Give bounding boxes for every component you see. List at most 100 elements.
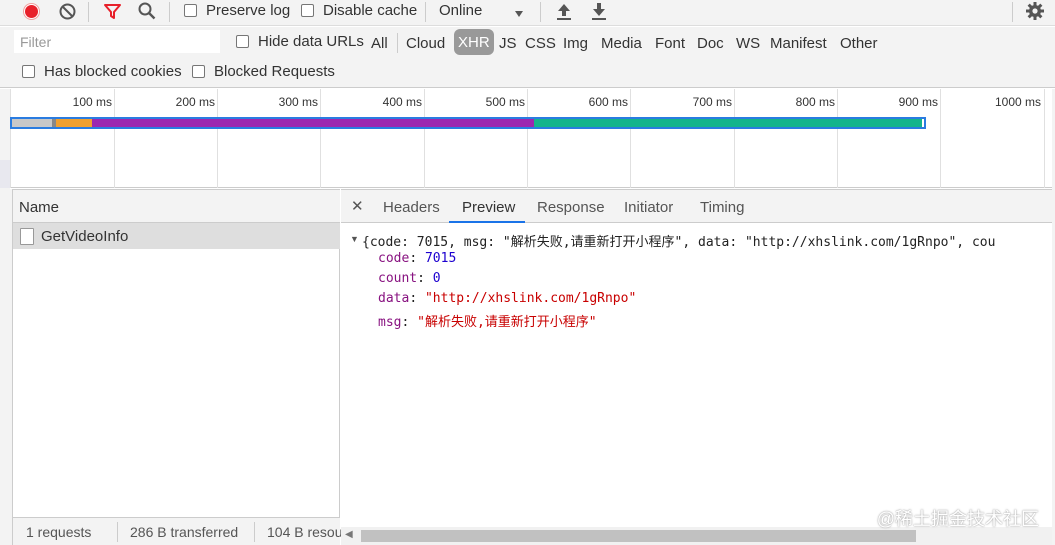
json-value: 7015 — [424, 251, 457, 266]
timeline-gridline — [940, 89, 941, 188]
timeline-tick-label: 500 ms — [485, 95, 525, 109]
request-list: Name GetVideoInfo 1 requests 286 B trans… — [12, 189, 347, 545]
timeline-gridline — [837, 89, 838, 188]
toolbar-separator — [1012, 2, 1013, 22]
blocked-requests-checkbox[interactable] — [192, 65, 205, 78]
timeline-tick-label: 300 ms — [278, 95, 318, 109]
panel-gutter — [0, 189, 12, 545]
timeline-tick-label: 900 ms — [898, 95, 938, 109]
hide-data-urls-label: Hide data URLs — [258, 33, 364, 50]
type-filter-other[interactable]: Other — [840, 35, 878, 52]
json-summary-line[interactable]: {code: 7015, msg: "解析失败,请重新打开小程序", data:… — [362, 231, 995, 250]
timeline-gridline — [114, 89, 115, 188]
timeline-tick-label: 1000 ms — [994, 95, 1041, 109]
status-request-count: 1 requests — [26, 524, 92, 540]
timeline-overview[interactable]: 100 ms 200 ms 300 ms 400 ms 500 ms 600 m… — [10, 89, 1052, 188]
tab-preview[interactable]: Preview — [462, 199, 515, 216]
timeline-tick-label: 200 ms — [175, 95, 215, 109]
toolbar-separator — [540, 2, 541, 22]
json-field-msg: msg: "解析失败,请重新打开小程序" — [378, 315, 597, 330]
network-lower-panes: Name GetVideoInfo 1 requests 286 B trans… — [0, 189, 1055, 545]
timeline-gridline — [10, 89, 11, 188]
json-field-data: data: "http://xhslink.com/1gRnpo" — [378, 291, 637, 306]
export-har-icon[interactable] — [590, 1, 608, 21]
type-filter-media[interactable]: Media — [601, 35, 642, 52]
column-header-name-label: Name — [19, 199, 60, 216]
detail-tab-bar: ✕ Headers Preview Response Initiator Tim… — [341, 189, 1052, 223]
type-filter-xhr[interactable]: XHR — [454, 29, 494, 55]
column-header-name[interactable]: Name — [13, 189, 340, 223]
request-bar-stalled — [12, 119, 52, 127]
request-bar-waiting — [92, 119, 534, 127]
type-filter-font[interactable]: Font — [655, 35, 685, 52]
timeline-tick-label: 600 ms — [588, 95, 628, 109]
json-field-code: code: 7015 — [378, 251, 457, 266]
devtools-toolbar: Preserve log Disable cache Online — [0, 0, 1055, 26]
filter-icon[interactable] — [103, 2, 122, 21]
request-name: GetVideoInfo — [41, 228, 129, 245]
has-blocked-cookies-label: Has blocked cookies — [44, 63, 182, 80]
caret-down-icon[interactable] — [514, 6, 524, 17]
status-transferred: 286 B transferred — [130, 524, 239, 540]
tab-timing[interactable]: Timing — [700, 199, 744, 216]
clear-icon[interactable] — [58, 2, 77, 21]
timeline-tick-label: 400 ms — [382, 95, 422, 109]
throttling-select[interactable]: Online — [439, 2, 482, 19]
request-status-bar: 1 requests 286 B transferred 104 B resou… — [13, 517, 347, 545]
json-preview: ▼ {code: 7015, msg: "解析失败,请重新打开小程序", dat… — [341, 223, 1052, 527]
settings-gear-icon[interactable] — [1025, 1, 1045, 21]
type-filter-js[interactable]: JS — [499, 35, 517, 52]
record-icon[interactable] — [22, 2, 41, 21]
timeline-tick-label: 700 ms — [692, 95, 732, 109]
type-filter-css[interactable]: CSS — [525, 35, 556, 52]
json-field-count: count: 0 — [378, 271, 441, 286]
scroll-left-icon[interactable]: ◀ — [345, 529, 353, 540]
json-key: count — [378, 271, 418, 286]
timeline-gridline — [527, 89, 528, 188]
caret-down-icon[interactable]: ▼ — [350, 234, 359, 244]
tab-response[interactable]: Response — [537, 199, 605, 216]
timeline-gridline — [630, 89, 631, 188]
timeline-gridline — [1044, 89, 1045, 188]
has-blocked-cookies-checkbox[interactable] — [22, 65, 35, 78]
request-bar-download — [534, 119, 922, 127]
type-filter-all[interactable]: All — [371, 35, 388, 52]
timeline-gridline — [734, 89, 735, 188]
filter-input[interactable] — [14, 30, 220, 53]
search-icon[interactable] — [137, 1, 157, 21]
timeline-gridline — [320, 89, 321, 188]
json-value: "http://xhslink.com/1gRnpo" — [424, 291, 637, 306]
tab-headers[interactable]: Headers — [383, 199, 440, 216]
filter-separator — [397, 33, 398, 53]
toolbar-separator — [425, 2, 426, 22]
filter-bar: Hide data URLs All Cloud XHR JS CSS Img … — [0, 27, 1055, 58]
json-value: "解析失败,请重新打开小程序" — [417, 315, 597, 330]
blocked-filter-bar: Has blocked cookies Blocked Requests — [0, 58, 1055, 88]
json-key: msg — [378, 315, 402, 330]
json-key: data — [378, 291, 410, 306]
disable-cache-checkbox[interactable] — [301, 4, 314, 17]
type-filter-img[interactable]: Img — [563, 35, 588, 52]
hide-data-urls-checkbox[interactable] — [236, 35, 249, 48]
type-filter-manifest[interactable]: Manifest — [770, 35, 827, 52]
type-filter-ws[interactable]: WS — [736, 35, 760, 52]
request-detail-pane: ✕ Headers Preview Response Initiator Tim… — [341, 189, 1052, 545]
blocked-requests-label: Blocked Requests — [214, 63, 335, 80]
request-row-selected[interactable]: GetVideoInfo — [13, 223, 340, 249]
toolbar-separator — [169, 2, 170, 22]
document-icon — [20, 228, 34, 245]
panel-gutter — [0, 160, 10, 188]
json-value: 0 — [432, 271, 441, 286]
status-resources: 104 B resour — [267, 524, 348, 540]
import-har-icon[interactable] — [555, 1, 573, 21]
close-icon[interactable]: ✕ — [351, 197, 364, 215]
scrollbar-thumb[interactable] — [361, 530, 916, 542]
toolbar-separator — [88, 2, 89, 22]
preserve-log-checkbox[interactable] — [184, 4, 197, 17]
timeline-tick-label: 100 ms — [72, 95, 112, 109]
timeline-tick-label: 800 ms — [795, 95, 835, 109]
tab-initiator[interactable]: Initiator — [624, 199, 673, 216]
type-filter-doc[interactable]: Doc — [697, 35, 724, 52]
type-filter-cloud[interactable]: Cloud — [406, 35, 445, 52]
request-bar-queue — [56, 119, 92, 127]
